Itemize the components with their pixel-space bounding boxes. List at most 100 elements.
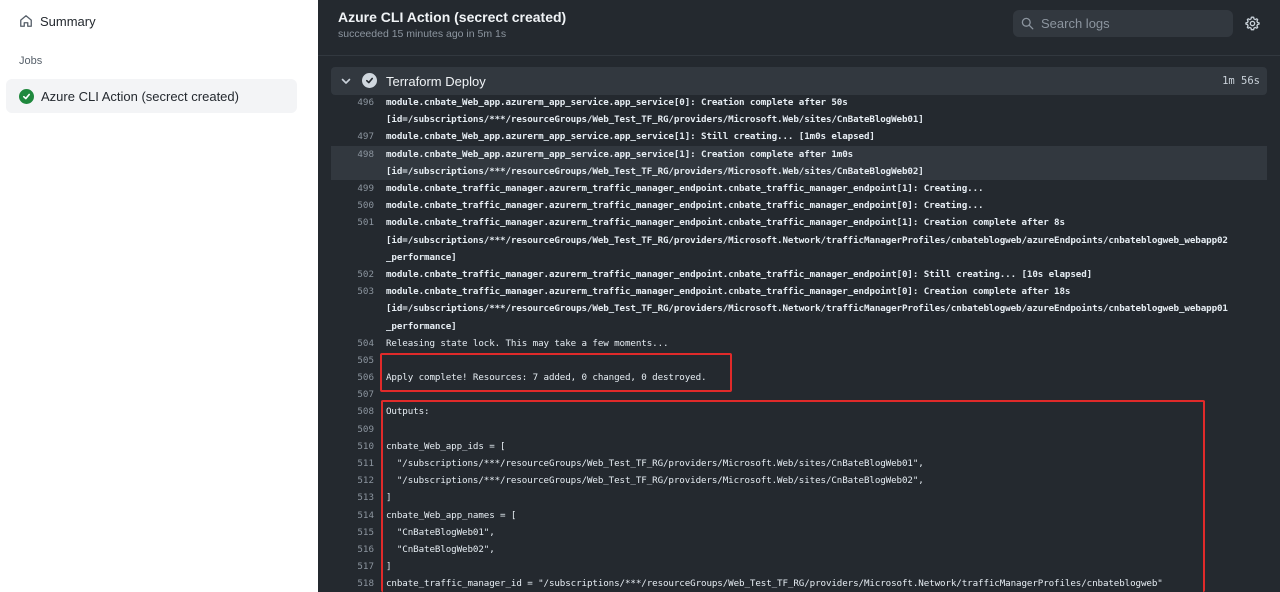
success-check-icon: [19, 88, 34, 104]
sidebar: Summary Jobs Azure CLI Action (secrect c…: [0, 0, 318, 592]
log-line-number[interactable]: 505: [331, 355, 374, 366]
log-line: 498 module.cnbate_Web_app.azurerm_app_ser…: [331, 145, 1267, 163]
log-line-number[interactable]: 518: [331, 578, 374, 589]
log-line-text: module.cnbate_traffic_manager.azurerm_tr…: [386, 217, 1065, 229]
log-line-number[interactable]: 502: [331, 269, 374, 280]
log-line: 497 module.cnbate_Web_app.azurerm_app_ser…: [331, 128, 1267, 145]
log-line: 503 module.cnbate_traffic_manager.azurerm…: [331, 283, 1267, 300]
log-line: 501 module.cnbate_traffic_manager.azurerm…: [331, 214, 1267, 231]
chevron-down-icon: [341, 78, 351, 84]
log-line: 500 module.cnbate_traffic_manager.azurerm…: [331, 197, 1267, 214]
log-line-number[interactable]: 510: [331, 441, 374, 452]
log-line: 505: [331, 352, 1267, 369]
search-logs-input[interactable]: [1041, 16, 1221, 31]
log-line-text: module.cnbate_traffic_manager.azurerm_tr…: [386, 268, 1093, 280]
log-line-number[interactable]: 512: [331, 475, 374, 486]
log-line: [id=/subscriptions/***/resourceGroups/We…: [331, 111, 1267, 128]
log-line-text: [id=/subscriptions/***/resourceGroups/We…: [386, 114, 924, 126]
log-line-number[interactable]: 499: [331, 183, 374, 194]
log-line: 512 "/subscriptions/***/resourceGroups/W…: [331, 472, 1267, 489]
log-line-text: ]: [386, 561, 392, 573]
log-line-text: _performance]: [386, 251, 457, 263]
log-line: 508 Outputs:: [331, 403, 1267, 420]
log-line: 507: [331, 386, 1267, 403]
log-line-text: [id=/subscriptions/***/resourceGroups/We…: [386, 165, 924, 177]
log-line-number[interactable]: 500: [331, 200, 374, 211]
log-line-number[interactable]: 507: [331, 389, 374, 400]
log-line-text: _performance]: [386, 320, 457, 332]
log-line: 504 Releasing state lock. This may take a…: [331, 335, 1267, 352]
log-line: 499 module.cnbate_traffic_manager.azurerm…: [331, 180, 1267, 197]
log-line: 506 Apply complete! Resources: 7 added, 0…: [331, 369, 1267, 386]
log-line-text: cnbate_Web_app_names = [: [386, 509, 517, 521]
log-line-text: cnbate_Web_app_ids = [: [386, 440, 506, 452]
log-line-number[interactable]: 506: [331, 372, 374, 383]
log-line-number[interactable]: 509: [331, 424, 374, 435]
log-line-text: module.cnbate_Web_app.azurerm_app_servic…: [386, 131, 875, 143]
log-line-number[interactable]: 508: [331, 406, 374, 417]
log-line: 509: [331, 421, 1267, 438]
step-duration: 1m 56s: [1222, 75, 1260, 87]
log-line: _performance]: [331, 317, 1267, 334]
search-logs-box[interactable]: [1013, 10, 1233, 37]
log-line-number[interactable]: 497: [331, 131, 374, 142]
log-line-number[interactable]: 503: [331, 286, 374, 297]
log-line-number[interactable]: 501: [331, 217, 374, 228]
log-line-text: [id=/subscriptions/***/resourceGroups/We…: [386, 234, 1228, 246]
log-line-number[interactable]: 516: [331, 544, 374, 555]
jobs-heading: Jobs: [19, 55, 43, 67]
log-line-number[interactable]: 504: [331, 338, 374, 349]
job-title: Azure CLI Action (secrect created): [338, 9, 567, 25]
log-line: _performance]: [331, 249, 1267, 266]
log-line-text: module.cnbate_traffic_manager.azurerm_tr…: [386, 200, 984, 212]
log-line-text: [id=/subscriptions/***/resourceGroups/We…: [386, 303, 1228, 315]
log-line: 513]: [331, 489, 1267, 506]
log-line: 515 "CnBateBlogWeb01",: [331, 524, 1267, 541]
step-name: Terraform Deploy: [386, 74, 486, 89]
log-line-text: "CnBateBlogWeb01",: [386, 526, 495, 538]
log-line: 496 module.cnbate_Web_app.azurerm_app_ser…: [331, 94, 1267, 111]
log-line-number[interactable]: 517: [331, 561, 374, 572]
home-icon: [20, 15, 32, 27]
log-output: 496 module.cnbate_Web_app.azurerm_app_ser…: [331, 94, 1267, 592]
log-line-number[interactable]: 496: [331, 97, 374, 108]
log-line: [id=/subscriptions/***/resourceGroups/We…: [331, 162, 1267, 180]
log-line: 511 "/subscriptions/***/resourceGroups/W…: [331, 455, 1267, 472]
gear-icon[interactable]: [1245, 16, 1260, 31]
log-line: 514 cnbate_Web_app_names = [: [331, 507, 1267, 524]
log-line-text: "/subscriptions/***/resourceGroups/Web_T…: [386, 458, 924, 470]
log-line-text: module.cnbate_traffic_manager.azurerm_tr…: [386, 286, 1071, 298]
step-header-terraform-deploy[interactable]: Terraform Deploy 1m 56s: [331, 67, 1267, 95]
job-log-panel: Azure CLI Action (secrect created) succe…: [318, 0, 1280, 592]
log-line-number[interactable]: 511: [331, 458, 374, 469]
log-line: 518 cnbate_traffic_manager_id = "/subscri…: [331, 575, 1267, 592]
job-status-subtitle: succeeded 15 minutes ago in 5m 1s: [338, 28, 507, 40]
log-line-text: cnbate_traffic_manager_id = "/subscripti…: [386, 578, 1163, 590]
log-line: 516 "CnBateBlogWeb02",: [331, 541, 1267, 558]
step-success-icon: [362, 73, 377, 88]
log-line-number[interactable]: 513: [331, 492, 374, 503]
header-divider: [318, 55, 1280, 56]
job-label: Azure CLI Action (secrect created): [41, 88, 239, 104]
log-line: [id=/subscriptions/***/resourceGroups/We…: [331, 300, 1267, 317]
log-line-text: "CnBateBlogWeb02",: [386, 543, 495, 555]
log-line-text: "/subscriptions/***/resourceGroups/Web_T…: [386, 475, 924, 487]
log-line-number[interactable]: 498: [331, 149, 374, 160]
log-line-text: Releasing state lock. This may take a fe…: [386, 337, 669, 349]
log-line-text: Outputs:: [386, 406, 430, 418]
job-item-azure-cli-action[interactable]: Azure CLI Action (secrect created): [6, 79, 297, 113]
summary-label: Summary: [40, 13, 96, 29]
log-line: 510 cnbate_Web_app_ids = [: [331, 438, 1267, 455]
log-line-number[interactable]: 515: [331, 527, 374, 538]
log-line-text: module.cnbate_Web_app.azurerm_app_servic…: [386, 148, 854, 160]
log-line-text: ]: [386, 492, 392, 504]
log-line-number[interactable]: 514: [331, 510, 374, 521]
log-line: [id=/subscriptions/***/resourceGroups/We…: [331, 232, 1267, 249]
summary-link[interactable]: Summary: [19, 12, 96, 30]
log-line-text: module.cnbate_traffic_manager.azurerm_tr…: [386, 183, 984, 195]
log-line: 502 module.cnbate_traffic_manager.azurerm…: [331, 266, 1267, 283]
log-line-text: module.cnbate_Web_app.azurerm_app_servic…: [386, 97, 848, 109]
search-icon: [1021, 17, 1034, 30]
log-line: 517]: [331, 558, 1267, 575]
log-line-text: Apply complete! Resources: 7 added, 0 ch…: [386, 372, 707, 384]
